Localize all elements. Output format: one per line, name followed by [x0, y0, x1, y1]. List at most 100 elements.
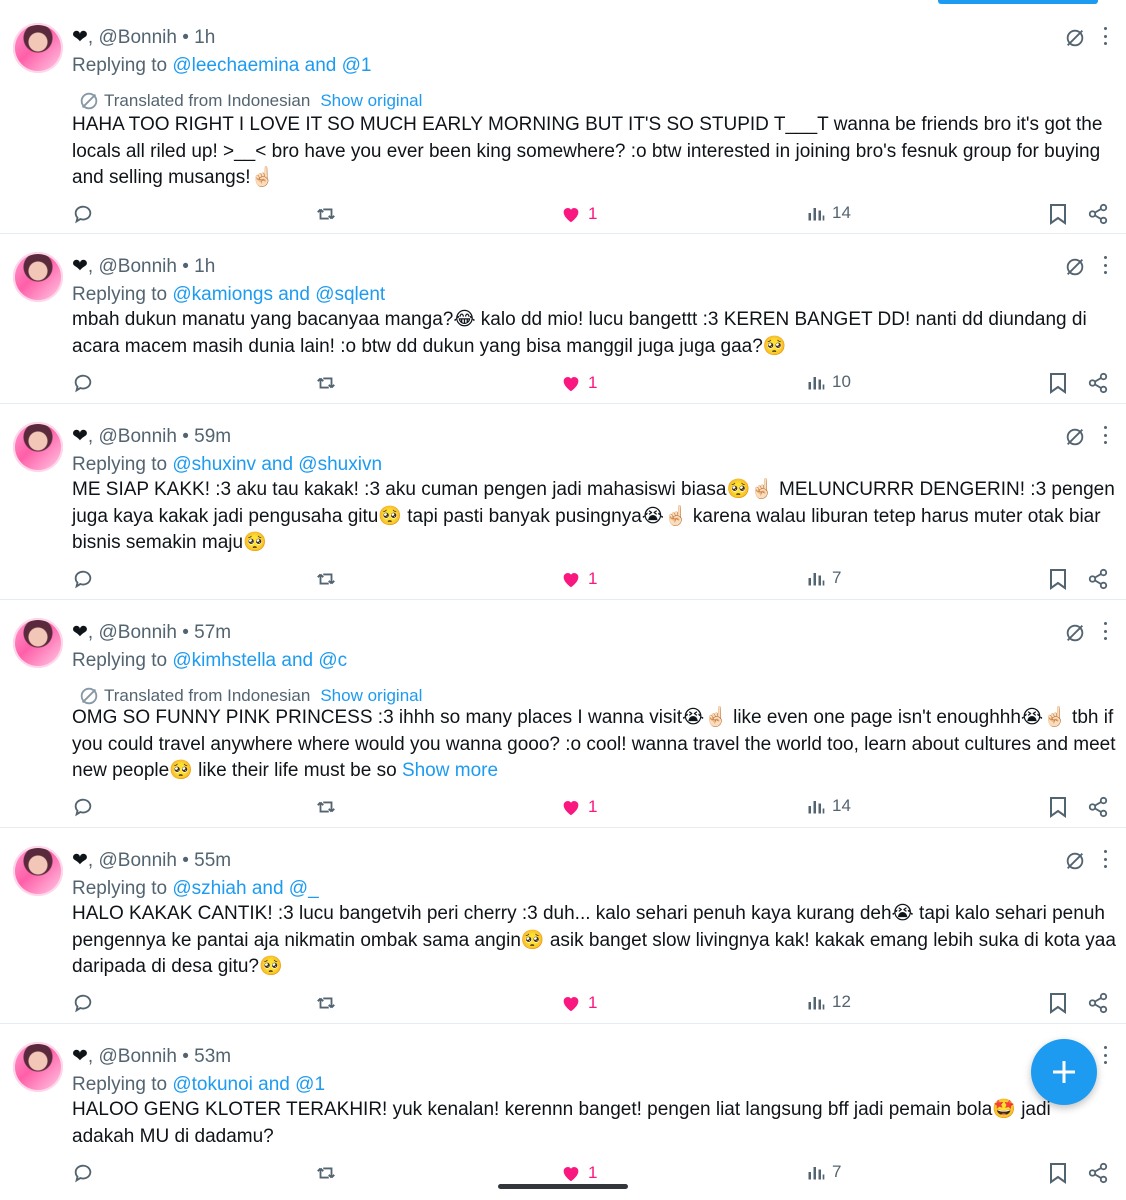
reply-button[interactable]: [72, 568, 94, 590]
replying-to-users[interactable]: @leechaemina and @1: [172, 55, 371, 76]
avatar[interactable]: [13, 252, 63, 302]
retweet-button[interactable]: [315, 203, 337, 225]
compose-button[interactable]: [1031, 1039, 1097, 1105]
more-dots-icon[interactable]: [1102, 27, 1108, 45]
heart-icon: [563, 573, 579, 588]
timestamp[interactable]: 55m: [194, 850, 231, 871]
retweet-button[interactable]: [315, 568, 337, 590]
avatar[interactable]: [13, 422, 63, 472]
replying-to-users[interactable]: @tokunoi and @1: [172, 1074, 325, 1095]
grok-icon[interactable]: [1064, 850, 1086, 872]
bookmark-icon: [1050, 569, 1066, 590]
retweet-button[interactable]: [315, 372, 337, 394]
more-dots-icon[interactable]: [1102, 1046, 1108, 1064]
show-original-link[interactable]: Show original: [320, 685, 422, 707]
share-button[interactable]: [1087, 1162, 1109, 1184]
grok-icon[interactable]: [1064, 27, 1086, 49]
more-dots-icon[interactable]: [1102, 426, 1108, 444]
bookmark-button[interactable]: [1048, 1162, 1068, 1184]
tweet[interactable]: ❤, @Bonnih • 53m Replying to @tokunoi an…: [0, 1024, 1126, 1200]
view-count: 14: [832, 796, 851, 815]
replying-to-users[interactable]: @kimhstella and @c: [172, 650, 347, 671]
tweet-header: ❤, @Bonnih • 1h: [72, 256, 216, 277]
tweet[interactable]: ❤, @Bonnih • 1h Replying to @kamiongs an…: [0, 234, 1126, 404]
timestamp[interactable]: 1h: [194, 27, 215, 48]
home-indicator[interactable]: [498, 1184, 628, 1189]
share-button[interactable]: [1087, 992, 1109, 1014]
more-dots-icon[interactable]: [1102, 850, 1108, 868]
like-button[interactable]: 1: [560, 1162, 597, 1184]
grok-icon[interactable]: [1064, 426, 1086, 448]
more-dots-icon[interactable]: [1102, 256, 1108, 274]
user-handle[interactable]: @Bonnih: [98, 622, 176, 643]
tweet-text: ME SIAP KAKK! :3 aku tau kakak! :3 aku c…: [72, 479, 1115, 553]
tab-indicator: [938, 0, 1098, 4]
tweet[interactable]: ❤, @Bonnih • 1h Replying to @leechaemina…: [0, 5, 1126, 234]
retweet-icon: [317, 801, 335, 813]
timestamp[interactable]: 53m: [194, 1046, 231, 1067]
avatar[interactable]: [13, 23, 63, 73]
like-button[interactable]: 1: [560, 203, 597, 225]
tweet[interactable]: ❤, @Bonnih • 57m Replying to @kimhstella…: [0, 600, 1126, 828]
user-handle[interactable]: @Bonnih: [98, 27, 176, 48]
user-handle[interactable]: @Bonnih: [98, 1046, 176, 1067]
reply-button[interactable]: [72, 372, 94, 394]
retweet-button[interactable]: [315, 1162, 337, 1184]
translated-note: Translated from Indonesian Show original: [78, 90, 422, 112]
views-button[interactable]: 12: [806, 992, 851, 1012]
replying-to: Replying to @szhiah and @_: [72, 878, 319, 899]
views-icon: [808, 997, 825, 1010]
like-button[interactable]: 1: [560, 992, 597, 1014]
show-more-link[interactable]: Show more: [402, 760, 498, 781]
translate-icon: [80, 92, 98, 110]
views-button[interactable]: 7: [806, 1162, 841, 1182]
reply-button[interactable]: [72, 992, 94, 1014]
avatar[interactable]: [13, 618, 63, 668]
user-handle[interactable]: @Bonnih: [98, 426, 176, 447]
grok-icon[interactable]: [1064, 622, 1086, 644]
tweet-text: HALOO GENG KLOTER TERAKHIR! yuk kenalan!…: [72, 1099, 1051, 1147]
retweet-button[interactable]: [315, 796, 337, 818]
timestamp[interactable]: 1h: [194, 256, 215, 277]
share-button[interactable]: [1087, 796, 1109, 818]
share-button[interactable]: [1087, 372, 1109, 394]
share-button[interactable]: [1087, 203, 1109, 225]
timestamp[interactable]: 57m: [194, 622, 231, 643]
avatar[interactable]: [13, 1042, 63, 1092]
like-button[interactable]: 1: [560, 372, 597, 394]
tweet[interactable]: ❤, @Bonnih • 55m Replying to @szhiah and…: [0, 828, 1126, 1024]
like-button[interactable]: 1: [560, 796, 597, 818]
user-handle[interactable]: @Bonnih: [98, 850, 176, 871]
bookmark-button[interactable]: [1048, 796, 1068, 818]
grok-icon[interactable]: [1064, 256, 1086, 278]
replying-to-users[interactable]: @szhiah and @_: [172, 878, 318, 899]
replying-to: Replying to @leechaemina and @1: [72, 55, 372, 76]
views-button[interactable]: 7: [806, 568, 841, 588]
more-dots-icon[interactable]: [1102, 622, 1108, 640]
show-original-link[interactable]: Show original: [320, 90, 422, 112]
reply-button[interactable]: [72, 1162, 94, 1184]
like-count: 1: [588, 797, 598, 816]
reply-button[interactable]: [72, 796, 94, 818]
timestamp[interactable]: 59m: [194, 426, 231, 447]
views-button[interactable]: 14: [806, 203, 851, 223]
share-button[interactable]: [1087, 568, 1109, 590]
avatar[interactable]: [13, 846, 63, 896]
user-handle[interactable]: @Bonnih: [98, 256, 176, 277]
bookmark-button[interactable]: [1048, 568, 1068, 590]
bookmark-button[interactable]: [1048, 203, 1068, 225]
tweet-text: OMG SO FUNNY PINK PRINCESS :3 ihhh so ma…: [72, 707, 1116, 781]
replying-to-users[interactable]: @kamiongs and @sqlent: [172, 284, 385, 305]
bookmark-button[interactable]: [1048, 992, 1068, 1014]
views-button[interactable]: 14: [806, 796, 851, 816]
replying-to-users[interactable]: @shuxinv and @shuxivn: [172, 454, 382, 475]
reply-button[interactable]: [72, 203, 94, 225]
bookmark-icon: [1050, 993, 1066, 1014]
views-button[interactable]: 10: [806, 372, 851, 392]
view-count: 7: [832, 1162, 842, 1181]
bookmark-button[interactable]: [1048, 372, 1068, 394]
tweet[interactable]: ❤, @Bonnih • 59m Replying to @shuxinv an…: [0, 404, 1126, 600]
bookmark-icon: [1050, 373, 1066, 394]
retweet-button[interactable]: [315, 992, 337, 1014]
like-button[interactable]: 1: [560, 568, 597, 590]
